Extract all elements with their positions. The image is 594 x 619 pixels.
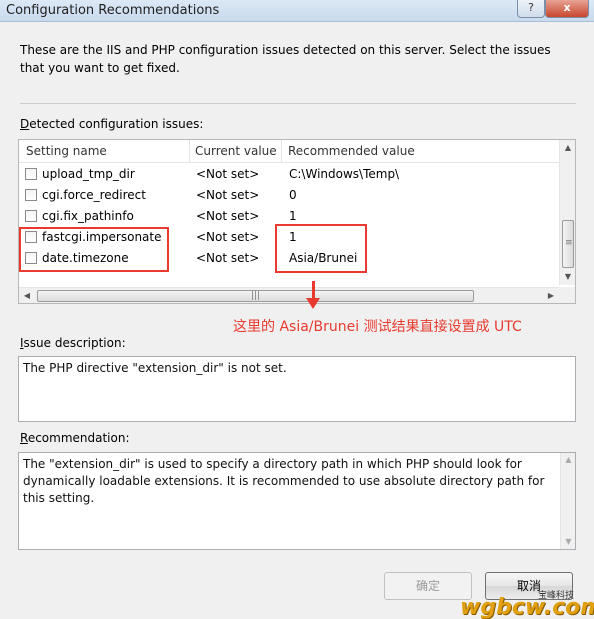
scroll-corner [559, 287, 575, 303]
row-checkbox[interactable] [25, 168, 37, 180]
issue-description-label: Issue description: [20, 336, 126, 350]
horizontal-scroll-thumb[interactable]: ||| [37, 290, 474, 302]
window-title: Configuration Recommendations [6, 3, 220, 18]
issue-description-box[interactable]: The PHP directive "extension_dir" is not… [18, 356, 576, 422]
recommended-value: C:\Windows\Temp\ [289, 167, 400, 181]
recommendation-box[interactable]: The "extension_dir" is used to specify a… [18, 452, 576, 550]
row-checkbox[interactable] [25, 210, 37, 222]
setting-name: cgi.fix_pathinfo [42, 209, 134, 223]
recommendation-label: Recommendation: [20, 431, 130, 445]
separator [20, 103, 576, 104]
close-button[interactable]: x [545, 0, 589, 18]
current-value: <Not set> [196, 167, 260, 181]
setting-name: upload_tmp_dir [42, 167, 135, 181]
recommended-value: 1 [289, 209, 297, 223]
title-bar: Configuration Recommendations [0, 0, 594, 22]
grip-icon: ≡ [565, 238, 573, 248]
help-button[interactable]: ? [517, 0, 545, 18]
scroll-down-icon[interactable]: ▼ [560, 269, 576, 285]
table-row[interactable]: cgi.force_redirect <Not set> 0 [19, 185, 559, 206]
current-value: <Not set> [196, 230, 260, 244]
scroll-up-icon[interactable]: ▲ [561, 453, 576, 467]
column-current-value[interactable]: Current value [195, 144, 277, 158]
list-header: Setting name Current value Recommended v… [19, 140, 559, 163]
highlight-box-settings [19, 227, 169, 272]
current-value: <Not set> [196, 209, 260, 223]
current-value: <Not set> [196, 251, 260, 265]
highlight-box-values [275, 224, 367, 273]
scroll-right-icon[interactable]: ▶ [543, 288, 559, 304]
recommendation-text: The "extension_dir" is used to specify a… [23, 457, 545, 505]
grip-icon: ||| [251, 291, 261, 301]
vertical-scrollbar[interactable]: ▲ ≡ ▼ [559, 140, 575, 285]
vertical-scroll-thumb[interactable]: ≡ [562, 220, 574, 268]
row-checkbox[interactable] [25, 189, 37, 201]
column-divider[interactable] [281, 140, 282, 162]
watermark-logo-text: wgbcw.com [460, 595, 594, 619]
scroll-left-icon[interactable]: ◀ [19, 288, 35, 304]
scroll-up-icon[interactable]: ▲ [560, 140, 576, 156]
recommendation-scrollbar[interactable]: ▲ ▼ [560, 453, 575, 549]
issues-list[interactable]: Setting name Current value Recommended v… [18, 139, 576, 304]
column-recommended-value[interactable]: Recommended value [288, 144, 415, 158]
detected-issues-label: Detected configuration issues: [20, 117, 204, 131]
table-row[interactable]: upload_tmp_dir <Not set> C:\Windows\Temp… [19, 164, 559, 185]
setting-name: cgi.force_redirect [42, 188, 146, 202]
column-divider[interactable] [189, 140, 190, 162]
scroll-down-icon[interactable]: ▼ [561, 535, 576, 549]
horizontal-scrollbar[interactable]: ◀ ||| ▶ [19, 287, 559, 303]
current-value: <Not set> [196, 188, 260, 202]
intro-text: These are the IIS and PHP configuration … [20, 43, 551, 75]
annotation-arrow-icon [306, 298, 320, 309]
column-setting-name[interactable]: Setting name [26, 144, 107, 158]
ok-button[interactable]: 确定 [384, 572, 472, 600]
annotation-text: 这里的 Asia/Brunei 测试结果直接设置成 UTC [233, 319, 522, 335]
recommended-value: 0 [289, 188, 297, 202]
